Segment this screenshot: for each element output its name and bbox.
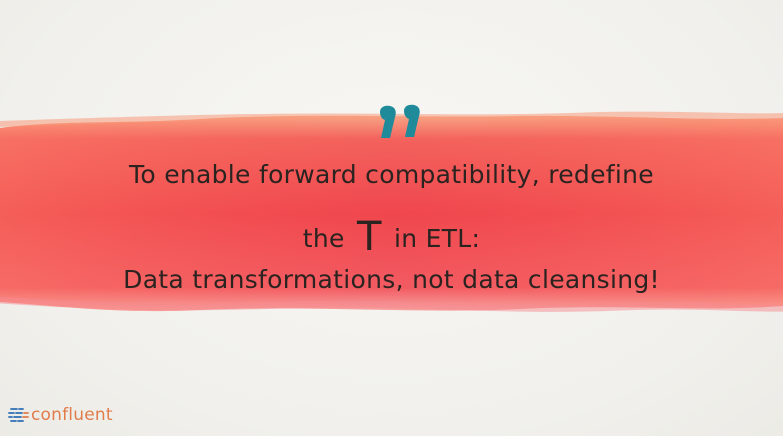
confluent-logo-icon [8, 408, 29, 422]
logo-text: confluent [31, 405, 113, 425]
double-quote-icon [380, 104, 420, 138]
confluent-logo: confluent [8, 402, 113, 428]
quote-line-1: To enable forward compatibility, redefin… [129, 160, 654, 189]
quote-line-3: Data transformations, not data cleansing… [123, 265, 660, 294]
quote-line-2: the T in ETL: [0, 214, 783, 260]
quote-line-2-after: in ETL: [393, 224, 481, 253]
quote-line-2-before: the [302, 224, 345, 253]
quote-slide: To enable forward compatibility, redefin… [0, 0, 783, 436]
emphasized-letter: T [356, 214, 382, 260]
